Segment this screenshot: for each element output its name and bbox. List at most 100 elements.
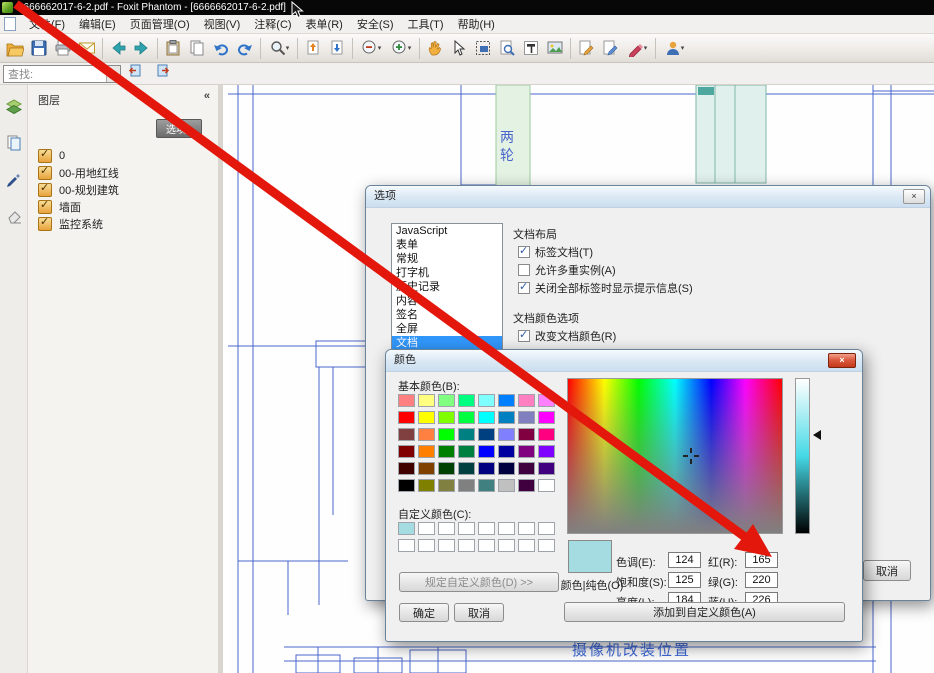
zoom-out-button[interactable]: ▾ — [356, 36, 386, 60]
basic-color-swatch[interactable] — [498, 394, 515, 407]
basic-color-swatch[interactable] — [478, 479, 495, 492]
basic-color-swatch[interactable] — [538, 411, 555, 424]
options-category[interactable]: 常规 — [392, 252, 502, 266]
text-tool-button[interactable] — [519, 36, 543, 60]
layer-visibility-checkbox[interactable] — [38, 215, 52, 231]
checkbox-row[interactable]: 标签文档(T) — [518, 244, 593, 260]
custom-color-swatch[interactable] — [538, 522, 555, 535]
basic-color-swatch[interactable] — [418, 462, 435, 475]
edit-text-button[interactable] — [598, 36, 622, 60]
basic-color-swatch[interactable] — [438, 428, 455, 441]
edit-object-button[interactable] — [574, 36, 598, 60]
basic-color-swatch[interactable] — [538, 462, 555, 475]
basic-color-swatch[interactable] — [398, 411, 415, 424]
options-category[interactable]: 表单 — [392, 238, 502, 252]
cancel-button[interactable]: 取消 — [454, 603, 504, 622]
basic-color-swatch[interactable] — [458, 462, 475, 475]
layer-row[interactable]: 00-用地红线 — [28, 164, 218, 181]
basic-color-swatch[interactable] — [498, 411, 515, 424]
basic-color-swatch[interactable] — [398, 445, 415, 458]
menu-item[interactable]: 工具(T) — [401, 14, 451, 34]
layer-row[interactable]: 0 — [28, 147, 218, 164]
zoom-tool-button[interactable]: ▾ — [264, 36, 294, 60]
panel-options-button[interactable]: 选项 ▾ — [156, 119, 202, 138]
previous-page-button[interactable] — [301, 36, 325, 60]
basic-color-swatch[interactable] — [398, 394, 415, 407]
eraser-panel-button[interactable] — [3, 207, 24, 228]
checkbox-row[interactable]: 改变文档颜色(R) — [518, 328, 616, 344]
basic-color-swatch[interactable] — [458, 479, 475, 492]
checkbox[interactable] — [518, 328, 530, 342]
copy-button[interactable] — [185, 36, 209, 60]
layers-panel-button[interactable] — [3, 99, 24, 120]
pages-panel-button[interactable] — [3, 135, 24, 156]
color-dialog-titlebar[interactable]: 颜色 × — [386, 350, 862, 372]
layer-visibility-checkbox[interactable] — [38, 164, 52, 180]
custom-color-swatch[interactable] — [538, 539, 555, 552]
basic-color-swatch[interactable] — [518, 394, 535, 407]
basic-color-swatch[interactable] — [438, 445, 455, 458]
custom-color-swatch[interactable] — [478, 522, 495, 535]
basic-color-swatch[interactable] — [458, 394, 475, 407]
menu-item[interactable]: 视图(V) — [197, 14, 248, 34]
basic-color-swatch[interactable] — [458, 411, 475, 424]
layer-row[interactable]: 墙面 — [28, 198, 218, 215]
custom-color-swatch[interactable] — [418, 539, 435, 552]
options-category[interactable]: 全屏 — [392, 322, 502, 336]
snapshot-button[interactable] — [471, 36, 495, 60]
basic-color-swatch[interactable] — [418, 411, 435, 424]
open-file-button[interactable] — [3, 36, 27, 60]
custom-color-swatch[interactable] — [438, 539, 455, 552]
find-button[interactable] — [495, 36, 519, 60]
options-category[interactable]: 内容 — [392, 294, 502, 308]
paste-button[interactable] — [161, 36, 185, 60]
basic-color-swatch[interactable] — [458, 428, 475, 441]
basic-color-swatch[interactable] — [438, 394, 455, 407]
basic-color-swatch[interactable] — [418, 445, 435, 458]
custom-color-swatch[interactable] — [498, 522, 515, 535]
next-page-button[interactable] — [325, 36, 349, 60]
basic-color-swatch[interactable] — [398, 479, 415, 492]
stamp-person-button[interactable]: ▾ — [659, 36, 689, 60]
previous-view-button[interactable] — [106, 36, 130, 60]
basic-color-swatch[interactable] — [438, 411, 455, 424]
options-dialog-titlebar[interactable]: 选项 × — [366, 186, 930, 208]
custom-color-swatch[interactable] — [518, 522, 535, 535]
next-view-button[interactable] — [130, 36, 154, 60]
basic-color-swatch[interactable] — [478, 445, 495, 458]
basic-color-swatch[interactable] — [398, 462, 415, 475]
options-category[interactable]: JavaScript — [392, 224, 502, 238]
hue-field[interactable]: 124 — [668, 552, 701, 568]
find-previous-button[interactable] — [122, 64, 148, 82]
checkbox-row[interactable]: 关闭全部标签时显示提示信息(S) — [518, 280, 693, 296]
custom-color-swatch[interactable] — [418, 522, 435, 535]
hue-saturation-field[interactable] — [567, 378, 783, 534]
basic-color-swatch[interactable] — [458, 445, 475, 458]
saturation-field[interactable]: 125 — [668, 572, 701, 588]
menu-item[interactable]: 页面管理(O) — [123, 14, 197, 34]
basic-color-swatch[interactable] — [398, 428, 415, 441]
menu-item[interactable]: 编辑(E) — [72, 14, 123, 34]
menu-item[interactable]: 文件(F) — [22, 14, 72, 34]
ok-button[interactable]: 确定 — [399, 603, 449, 622]
custom-color-swatch[interactable] — [398, 522, 415, 535]
hand-tool-button[interactable] — [423, 36, 447, 60]
collapse-panel-icon[interactable]: « — [204, 90, 210, 102]
select-tool-button[interactable] — [447, 36, 471, 60]
basic-color-swatch[interactable] — [478, 428, 495, 441]
search-input[interactable]: 查找: ▾ — [3, 65, 121, 83]
email-button[interactable] — [75, 36, 99, 60]
basic-color-swatch[interactable] — [538, 445, 555, 458]
checkbox[interactable] — [518, 280, 530, 294]
image-tool-button[interactable] — [543, 36, 567, 60]
basic-color-swatch[interactable] — [418, 479, 435, 492]
options-category[interactable]: 历史记录 — [392, 280, 502, 294]
basic-color-swatch[interactable] — [538, 394, 555, 407]
custom-color-swatch[interactable] — [458, 539, 475, 552]
layer-visibility-checkbox[interactable] — [38, 181, 52, 197]
custom-color-swatch[interactable] — [458, 522, 475, 535]
custom-color-swatch[interactable] — [398, 539, 415, 552]
custom-color-swatch[interactable] — [498, 539, 515, 552]
cancel-button[interactable]: 取消 — [863, 560, 911, 581]
basic-color-swatch[interactable] — [478, 394, 495, 407]
